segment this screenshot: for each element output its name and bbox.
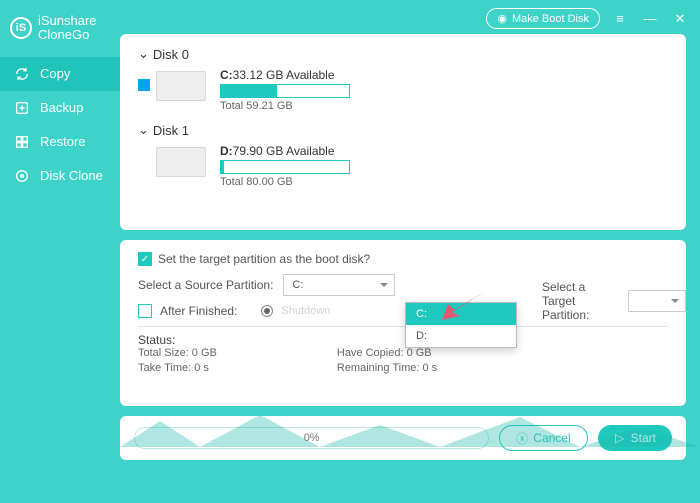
- close-button[interactable]: ✕: [670, 9, 690, 29]
- disks-panel: ⌄ Disk 0 C:33.12 GB Available Total 59.2…: [120, 34, 686, 230]
- button-label: Make Boot Disk: [512, 13, 589, 25]
- status-have-copied: Have Copied: 0 GB: [337, 347, 437, 359]
- radio-label: Shutdown: [281, 305, 333, 317]
- select-value: C:: [292, 279, 303, 291]
- sync-icon: [14, 66, 30, 82]
- play-icon: ▷: [614, 432, 626, 444]
- nav-label: Copy: [40, 66, 70, 81]
- make-boot-disk-button[interactable]: ◉ Make Boot Disk: [486, 8, 600, 29]
- hamburger-icon: ≡: [616, 11, 624, 26]
- plus-box-icon: [14, 100, 30, 116]
- nav-backup[interactable]: Backup: [0, 91, 120, 125]
- disk-header[interactable]: ⌄ Disk 1: [138, 122, 668, 138]
- disk-header[interactable]: ⌄ Disk 0: [138, 46, 668, 62]
- close-icon: ✕: [675, 11, 686, 27]
- divider: [138, 326, 668, 327]
- titlebar: ◉ Make Boot Disk ≡ — ✕: [486, 8, 690, 29]
- chevron-down-icon: ⌄: [138, 46, 149, 62]
- brand-logo-icon: iS: [10, 17, 32, 39]
- cancel-icon: ⓧ: [516, 432, 528, 444]
- nav-label: Disk Clone: [40, 168, 103, 183]
- nav-disk-clone[interactable]: Disk Clone: [0, 159, 120, 193]
- button-label: Cancel: [533, 431, 570, 445]
- usage-bar: [220, 84, 350, 98]
- disk-title: Disk 0: [153, 47, 189, 62]
- after-finished-label: After Finished:: [160, 304, 237, 318]
- drive-image-icon: [156, 147, 206, 177]
- boot-disk-label: Set the target partition as the boot dis…: [158, 252, 370, 266]
- disk-row: D:79.90 GB Available Total 80.00 GB: [156, 144, 668, 188]
- boot-disk-checkbox[interactable]: ✓: [138, 252, 152, 266]
- grid-icon: [14, 134, 30, 150]
- cancel-button[interactable]: ⓧ Cancel: [499, 425, 587, 451]
- nav-copy[interactable]: Copy: [0, 57, 120, 91]
- progress-bar: 0%: [134, 427, 489, 449]
- disk-row: C:33.12 GB Available Total 59.21 GB: [156, 68, 668, 112]
- minimize-icon: —: [644, 11, 657, 26]
- after-finished-checkbox[interactable]: [138, 304, 152, 318]
- target-partition-select[interactable]: [628, 290, 686, 312]
- main: ⌄ Disk 0 C:33.12 GB Available Total 59.2…: [120, 0, 700, 503]
- target-label: Select a Target Partition:: [542, 280, 622, 322]
- status-take-time: Take Time: 0 s: [138, 362, 217, 374]
- minimize-button[interactable]: —: [640, 9, 660, 29]
- progress-value: 0%: [304, 432, 320, 444]
- nav-label: Restore: [40, 134, 86, 149]
- disk-small-icon: ◉: [497, 12, 507, 25]
- source-dropdown: C: D:: [405, 302, 517, 348]
- nav-restore[interactable]: Restore: [0, 125, 120, 159]
- drive-label: D:79.90 GB Available: [220, 144, 350, 158]
- status-head: Status:: [138, 333, 668, 347]
- dropdown-item[interactable]: D:: [406, 325, 516, 347]
- menu-button[interactable]: ≡: [610, 9, 630, 29]
- source-label: Select a Source Partition:: [138, 278, 273, 292]
- brand: iS iSunshare CloneGo: [0, 8, 120, 57]
- status-remaining: Remaining Time: 0 s: [337, 362, 437, 374]
- status-total-size: Total Size: 0 GB: [138, 347, 217, 359]
- drive-label: C:33.12 GB Available: [220, 68, 350, 82]
- start-button[interactable]: ▷ Start: [598, 425, 672, 451]
- shutdown-radio[interactable]: [261, 305, 273, 317]
- options-panel: ✓ Set the target partition as the boot d…: [120, 240, 686, 406]
- disk-title: Disk 1: [153, 123, 189, 138]
- nav-label: Backup: [40, 100, 83, 115]
- sidebar: iS iSunshare CloneGo Copy Backup Restore…: [0, 0, 120, 503]
- chevron-down-icon: ⌄: [138, 122, 149, 138]
- button-label: Start: [631, 431, 656, 445]
- drive-image-icon: [156, 71, 206, 101]
- dropdown-item[interactable]: C:: [406, 303, 516, 325]
- footer-panel: 0% ⓧ Cancel ▷ Start: [120, 416, 686, 460]
- drive-total: Total 80.00 GB: [220, 176, 350, 188]
- drive-total: Total 59.21 GB: [220, 100, 350, 112]
- brand-name: iSunshare CloneGo: [38, 14, 97, 43]
- usage-bar: [220, 160, 350, 174]
- source-partition-select[interactable]: C:: [283, 274, 395, 296]
- disk-icon: [14, 168, 30, 184]
